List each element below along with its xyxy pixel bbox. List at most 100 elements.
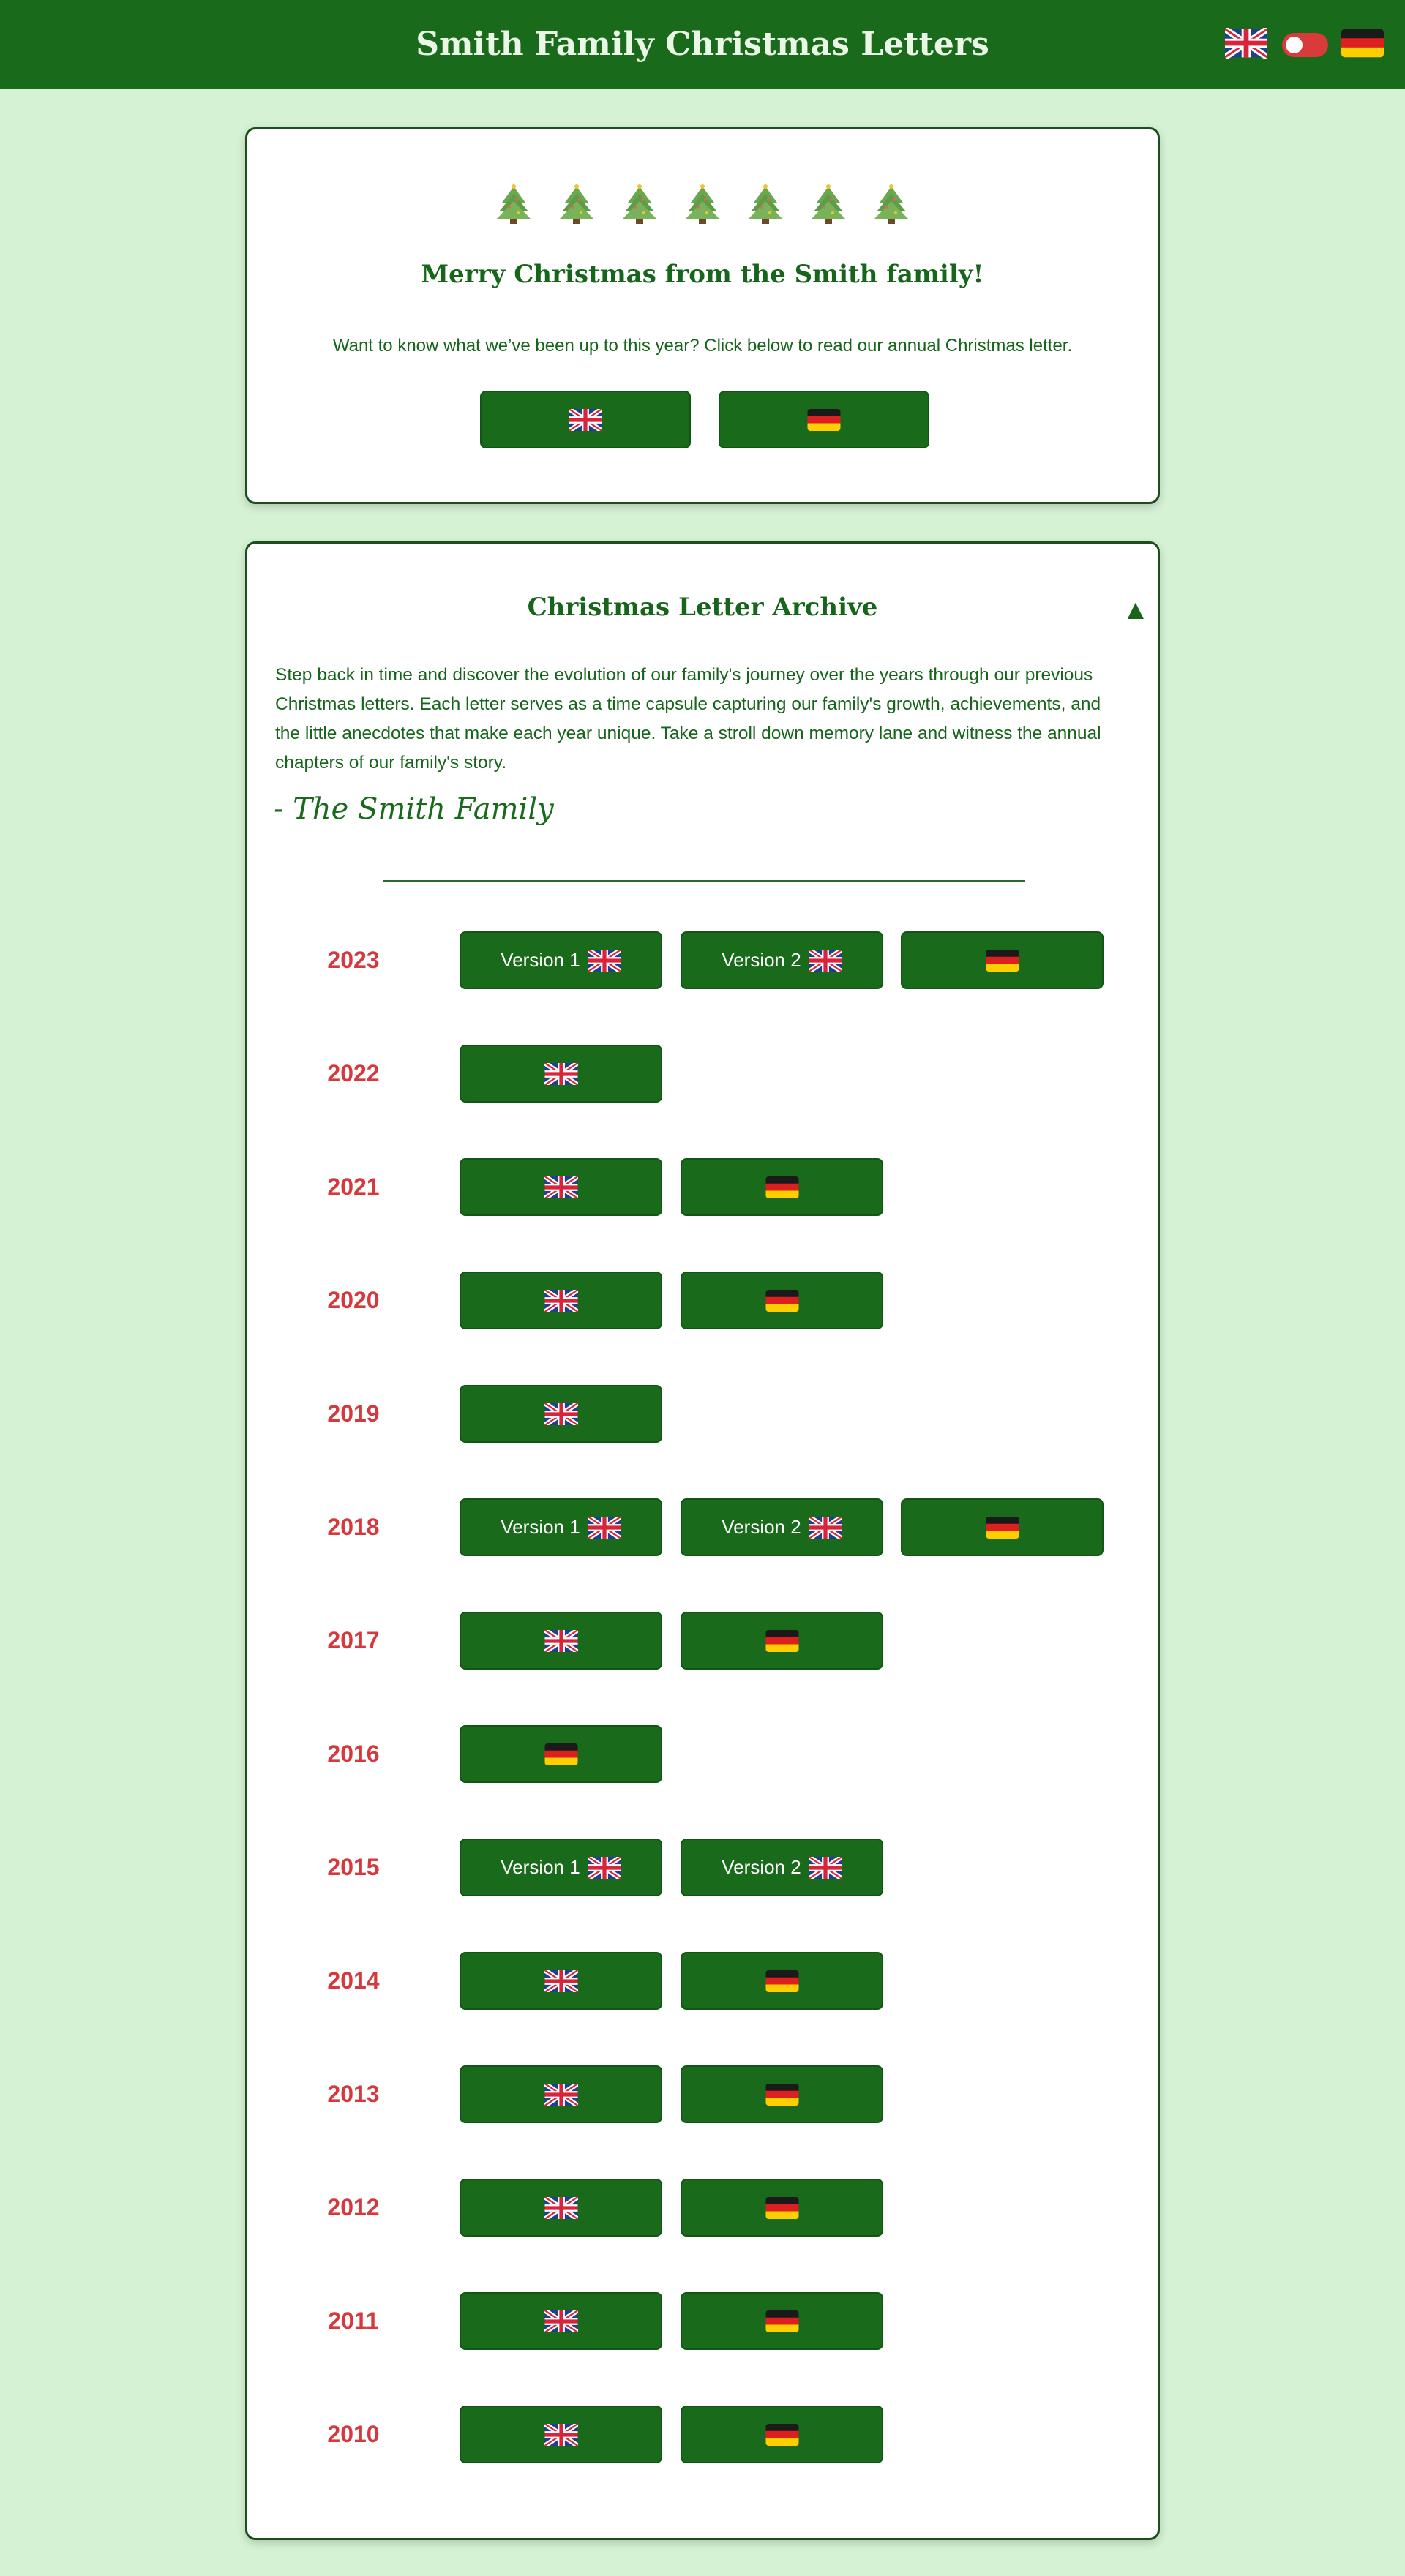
german-flag-icon — [765, 1629, 799, 1652]
year-label: 2011 — [328, 2307, 379, 2334]
christmas-tree-icon — [492, 182, 536, 226]
year-label: 2014 — [327, 1967, 380, 1994]
uk-flag-icon — [587, 1516, 621, 1539]
year-label: 2015 — [327, 1854, 380, 1880]
german-flag-icon — [765, 1176, 799, 1198]
divider — [383, 880, 1025, 882]
christmas-tree-icon — [618, 182, 662, 226]
read-german-letter-button[interactable] — [719, 391, 929, 448]
signature: - The Smith Family — [274, 792, 554, 826]
archive-card: Christmas Letter Archive ▲ Step back in … — [245, 541, 1160, 2540]
letter-english-button[interactable]: Version 2 — [681, 1498, 883, 1556]
year-label: 2017 — [327, 1627, 380, 1653]
german-flag-icon — [544, 1743, 578, 1765]
uk-flag-icon — [587, 949, 621, 972]
hero-text: Want to know what we’ve been up to this … — [332, 336, 1073, 356]
collapse-toggle[interactable]: ▲ — [1122, 595, 1150, 626]
hero-card: Merry Christmas from the Smith family! W… — [245, 127, 1160, 504]
uk-flag-icon — [569, 408, 602, 431]
hero-heading: Merry Christmas from the Smith family! — [421, 260, 984, 289]
german-flag-icon — [765, 1969, 799, 1992]
christmas-tree-icon — [806, 182, 850, 226]
uk-flag-icon — [544, 1969, 578, 1992]
uk-flag-icon[interactable] — [1225, 28, 1267, 59]
german-flag-icon — [765, 2083, 799, 2106]
site-title: Smith Family Christmas Letters — [416, 26, 989, 63]
uk-flag-icon — [544, 1289, 578, 1312]
year-label: 2020 — [327, 1287, 380, 1313]
letter-english-button[interactable]: Version 2 — [681, 1839, 883, 1896]
read-english-letter-button[interactable] — [480, 391, 691, 448]
letter-english-button[interactable]: Version 1 — [460, 931, 662, 989]
german-flag-icon — [765, 2423, 799, 2446]
letter-english-button[interactable] — [460, 1272, 662, 1329]
german-flag-icon — [765, 1289, 799, 1312]
letter-english-button[interactable] — [460, 2292, 662, 2350]
letter-german-button[interactable] — [681, 1158, 883, 1216]
letter-german-button[interactable] — [681, 1612, 883, 1670]
christmas-tree-icon — [555, 182, 599, 226]
letter-german-button[interactable] — [460, 1725, 662, 1783]
letter-german-button[interactable] — [901, 1498, 1104, 1556]
letter-english-button[interactable]: Version 1 — [460, 1498, 662, 1556]
letter-german-button[interactable] — [681, 2406, 883, 2463]
letter-english-button[interactable] — [460, 2065, 662, 2123]
letter-german-button[interactable] — [681, 2292, 883, 2350]
german-flag-icon — [986, 1516, 1019, 1539]
uk-flag-icon — [544, 2083, 578, 2106]
year-label: 2019 — [327, 1400, 380, 1427]
uk-flag-icon — [808, 1856, 842, 1879]
year-label: 2022 — [327, 1060, 380, 1086]
german-flag-icon — [765, 2196, 799, 2219]
letter-german-button[interactable] — [901, 931, 1104, 989]
letter-english-button[interactable] — [460, 1158, 662, 1216]
year-label: 2013 — [327, 2081, 380, 2107]
christmas-tree-icon — [869, 182, 913, 226]
version-label: Version 1 — [501, 1516, 580, 1538]
uk-flag-icon — [544, 1062, 578, 1085]
version-label: Version 2 — [722, 1856, 801, 1878]
letter-english-button[interactable]: Version 1 — [460, 1839, 662, 1896]
uk-flag-icon — [544, 2196, 578, 2219]
letter-english-button[interactable] — [460, 1612, 662, 1670]
version-label: Version 1 — [501, 1856, 580, 1878]
archive-heading: Christmas Letter Archive — [527, 593, 878, 622]
letter-english-button[interactable] — [460, 1045, 662, 1103]
uk-flag-icon — [544, 1176, 578, 1198]
year-label: 2021 — [327, 1174, 380, 1200]
german-flag-icon — [807, 408, 841, 431]
letter-english-button[interactable]: Version 2 — [681, 931, 883, 989]
german-flag-icon — [765, 2310, 799, 2332]
year-label: 2018 — [327, 1514, 380, 1540]
german-flag-icon[interactable] — [1341, 28, 1384, 59]
year-label: 2016 — [327, 1741, 380, 1767]
year-label: 2010 — [327, 2421, 380, 2447]
christmas-tree-icon — [743, 182, 787, 226]
letter-german-button[interactable] — [681, 2065, 883, 2123]
letter-german-button[interactable] — [681, 2179, 883, 2237]
toggle-knob — [1286, 37, 1303, 53]
german-flag-icon — [986, 949, 1019, 972]
version-label: Version 2 — [722, 1516, 801, 1538]
letter-english-button[interactable] — [460, 2179, 662, 2237]
uk-flag-icon — [587, 1856, 621, 1879]
letter-english-button[interactable] — [460, 1952, 662, 2010]
letter-english-button[interactable] — [460, 1385, 662, 1443]
tree-row — [247, 182, 1158, 241]
letter-english-button[interactable] — [460, 2406, 662, 2463]
version-label: Version 1 — [501, 949, 580, 971]
letter-german-button[interactable] — [681, 1272, 883, 1329]
uk-flag-icon — [808, 949, 842, 972]
uk-flag-icon — [544, 2423, 578, 2446]
year-label: 2023 — [327, 947, 380, 973]
year-label: 2012 — [327, 2194, 380, 2220]
uk-flag-icon — [544, 2310, 578, 2332]
uk-flag-icon — [808, 1516, 842, 1539]
version-label: Version 2 — [722, 949, 801, 971]
language-toggle[interactable] — [1282, 33, 1328, 57]
letter-german-button[interactable] — [681, 1952, 883, 2010]
archive-intro: Step back in time and discover the evolu… — [275, 665, 1101, 773]
uk-flag-icon — [544, 1402, 578, 1425]
christmas-tree-icon — [681, 182, 724, 226]
uk-flag-icon — [544, 1629, 578, 1652]
